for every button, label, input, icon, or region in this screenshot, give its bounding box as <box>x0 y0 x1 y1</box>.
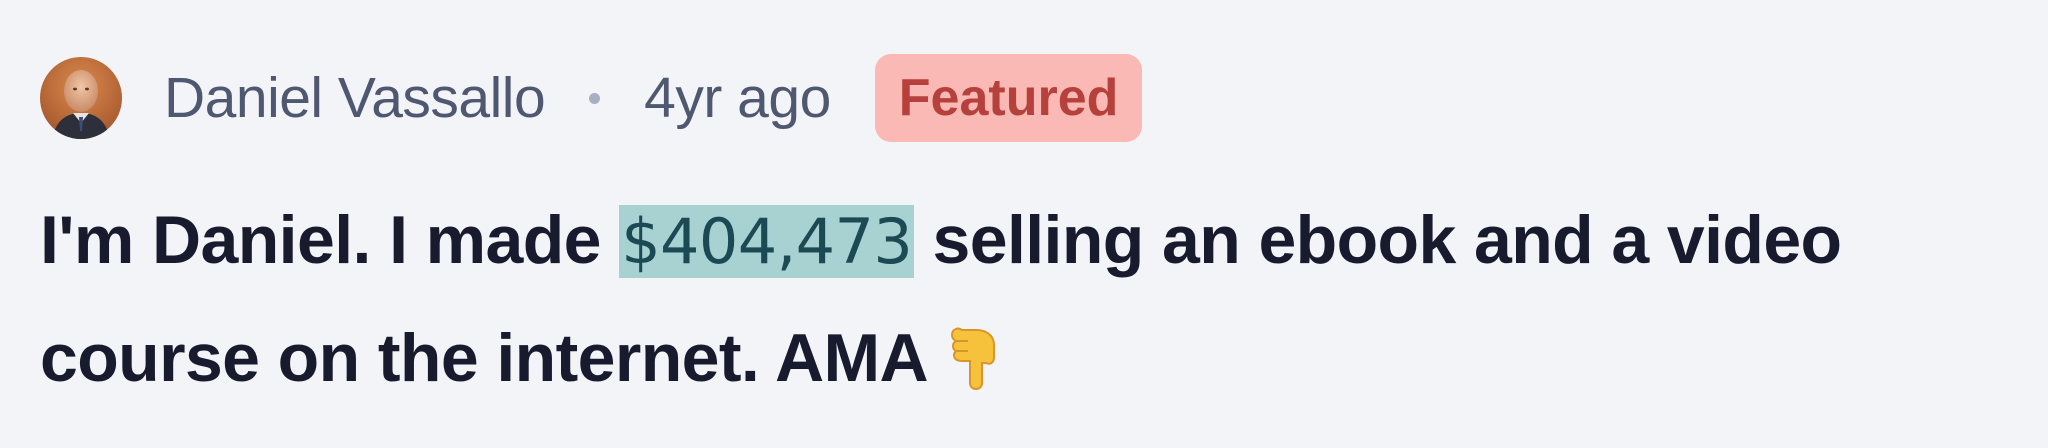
avatar[interactable] <box>40 57 122 139</box>
featured-badge: Featured <box>874 54 1143 142</box>
title-text-before: I'm Daniel. I made <box>40 202 620 278</box>
post-meta: Daniel Vassallo 4yr ago Featured <box>40 54 1143 142</box>
avatar-photo-icon <box>40 57 122 139</box>
revenue-highlight: $404,473 <box>619 205 915 278</box>
post-title[interactable]: I'm Daniel. I made $404,473 selling an e… <box>40 182 2000 430</box>
post-time: 4yr ago <box>644 66 831 130</box>
author-name[interactable]: Daniel Vassallo <box>164 65 546 131</box>
pointing-down-hand-icon <box>946 314 1002 430</box>
post-card[interactable]: Daniel Vassallo 4yr ago Featured I'm Dan… <box>0 0 2048 448</box>
separator-dot <box>589 92 601 104</box>
